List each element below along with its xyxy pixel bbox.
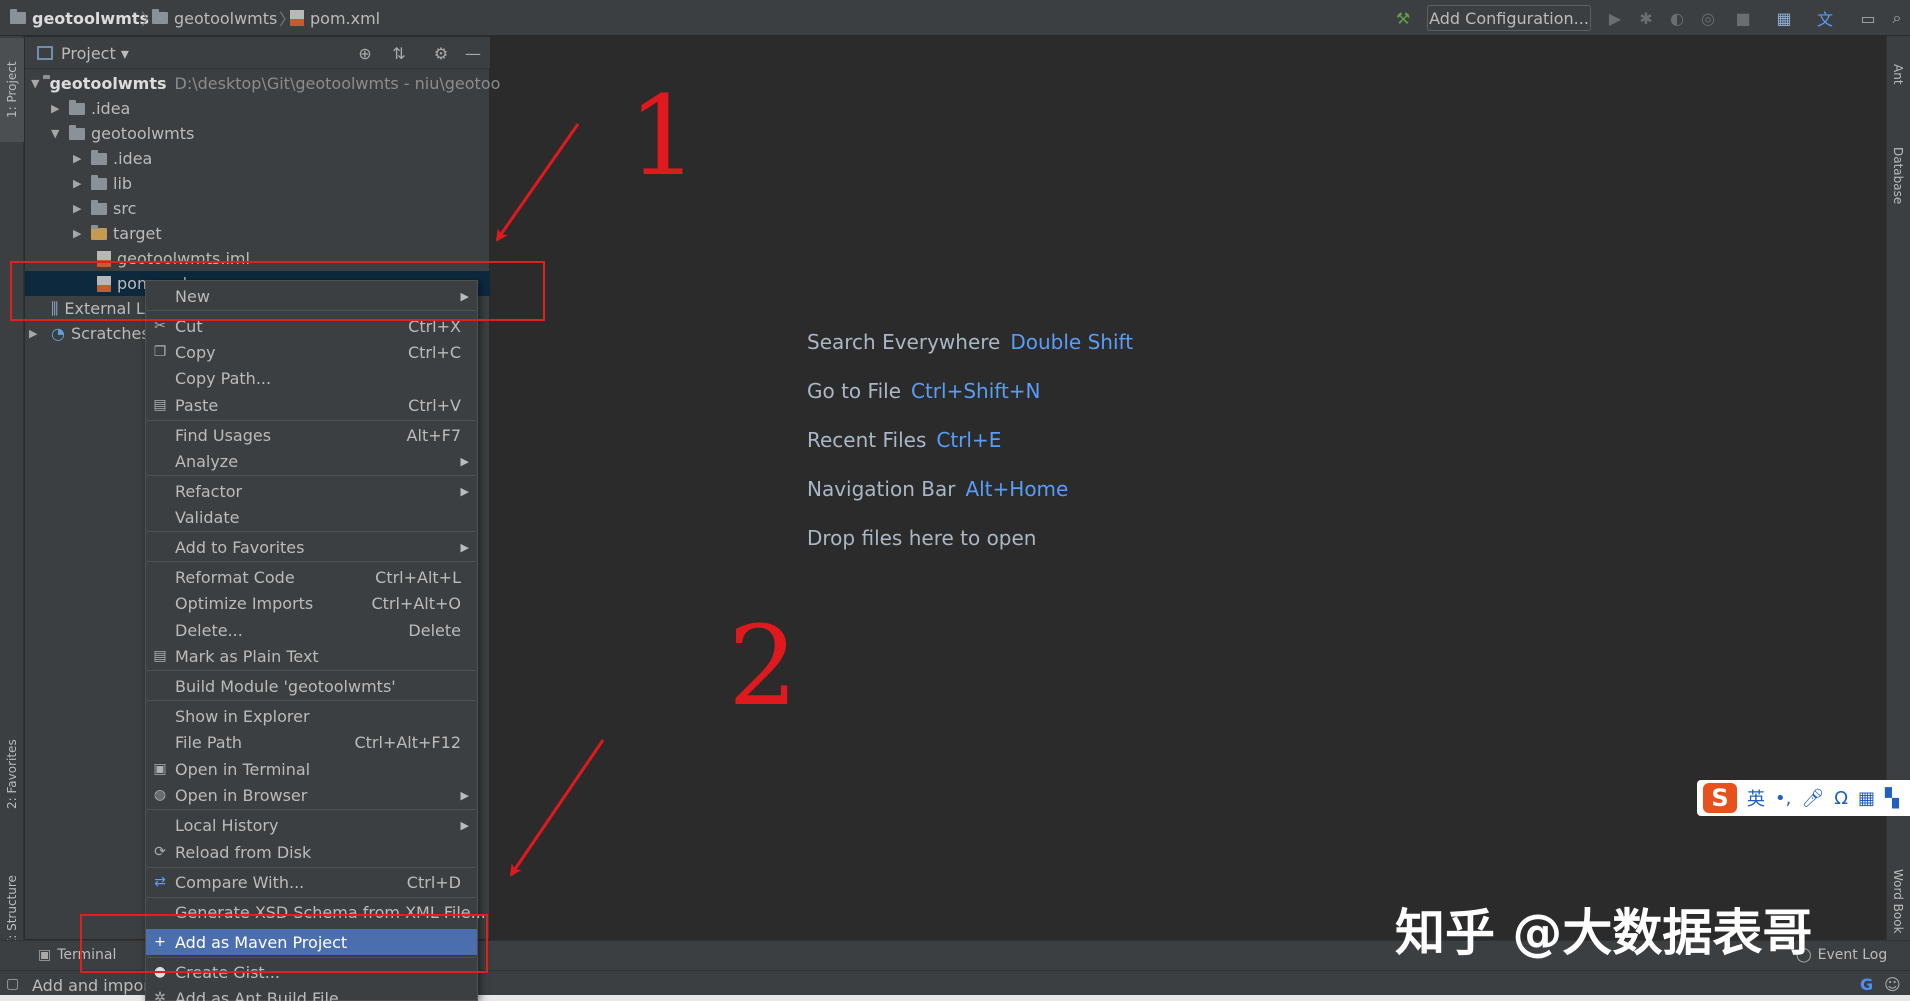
sogou-logo: S: [1703, 783, 1737, 813]
annotation-arrows: [495, 123, 605, 877]
microphone-icon: 🎤︎: [1801, 787, 1825, 809]
headset-icon: Ω: [1834, 787, 1848, 809]
annotation-arrow-2: [509, 739, 605, 877]
toolbox-icon: ▚: [1884, 787, 1899, 809]
ime-language-label: 英: [1747, 789, 1765, 810]
annotation-number-1: 1: [628, 72, 698, 200]
ime-toolbar[interactable]: S 英 •, 🎤︎ Ω ▦ ▚: [1697, 780, 1910, 816]
annotation-arrow-1: [495, 123, 580, 242]
punctuation-icon: •,: [1775, 787, 1792, 809]
annotation-number-2: 2: [728, 602, 798, 730]
keyboard-icon: ▦: [1857, 787, 1875, 809]
watermark: 知乎 @大数据表哥: [1395, 904, 1813, 962]
